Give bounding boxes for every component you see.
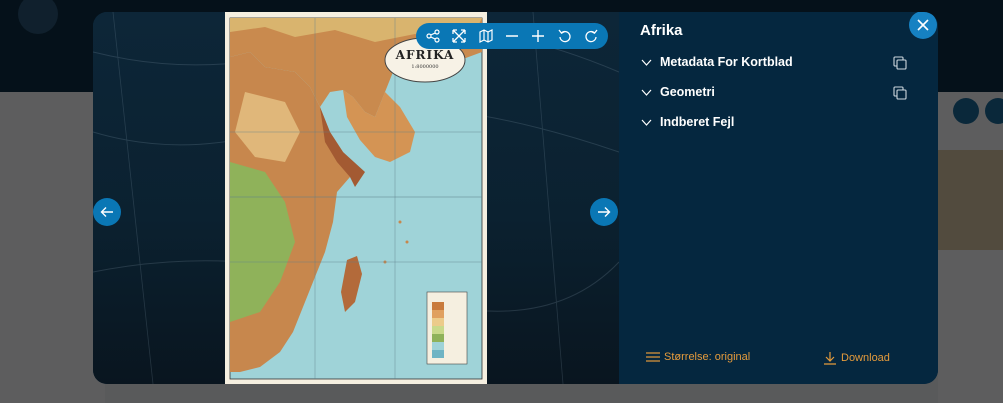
chevron-down-icon	[641, 56, 653, 68]
map-scale: 1:8000000	[411, 64, 439, 70]
section-label: Metadata For Kortblad	[660, 55, 793, 69]
download-label: Download	[841, 352, 890, 364]
size-selector[interactable]: Størrelse: original	[646, 351, 750, 363]
map-title: AFRIKA	[395, 48, 455, 62]
size-label: Størrelse: original	[664, 351, 751, 363]
section-label: Indberet Fejl	[660, 115, 735, 129]
download-button[interactable]: Download	[823, 351, 890, 365]
map-icon[interactable]	[476, 26, 496, 46]
close-button[interactable]	[909, 12, 937, 39]
viewer-toolbar	[416, 23, 608, 49]
arrow-right-icon	[598, 207, 611, 217]
close-icon	[917, 19, 929, 31]
section-metadata-for-kortblad[interactable]: Metadata For Kortblad	[641, 51, 793, 73]
download-icon	[824, 352, 836, 365]
copy-icon[interactable]	[893, 86, 907, 100]
image-viewer: AFRIKA 1:8000000	[93, 12, 619, 384]
section-label: Geometri	[660, 85, 715, 99]
map-viewer-modal: AFRIKA 1:8000000 Afrika Metadata For Kor…	[93, 12, 938, 384]
rotate-right-icon[interactable]	[581, 26, 601, 46]
share-icon[interactable]	[423, 26, 443, 46]
menu-lines-icon	[646, 352, 660, 362]
next-image-button[interactable]	[590, 198, 618, 226]
zoom-in-icon[interactable]	[528, 26, 548, 46]
chevron-down-icon	[641, 116, 653, 128]
chevron-down-icon	[641, 86, 653, 98]
arrow-left-icon	[100, 207, 113, 217]
previous-image-button[interactable]	[93, 198, 121, 226]
rotate-left-icon[interactable]	[555, 26, 575, 46]
fullscreen-icon[interactable]	[449, 26, 469, 46]
panel-title: Afrika	[640, 22, 683, 39]
info-panel: Afrika Metadata For Kortblad Geometri In…	[619, 12, 938, 384]
section-indberet-fejl[interactable]: Indberet Fejl	[641, 111, 734, 133]
map-image[interactable]: AFRIKA 1:8000000	[225, 12, 487, 384]
copy-icon[interactable]	[893, 56, 907, 70]
section-geometri[interactable]: Geometri	[641, 81, 715, 103]
zoom-out-icon[interactable]	[502, 26, 522, 46]
